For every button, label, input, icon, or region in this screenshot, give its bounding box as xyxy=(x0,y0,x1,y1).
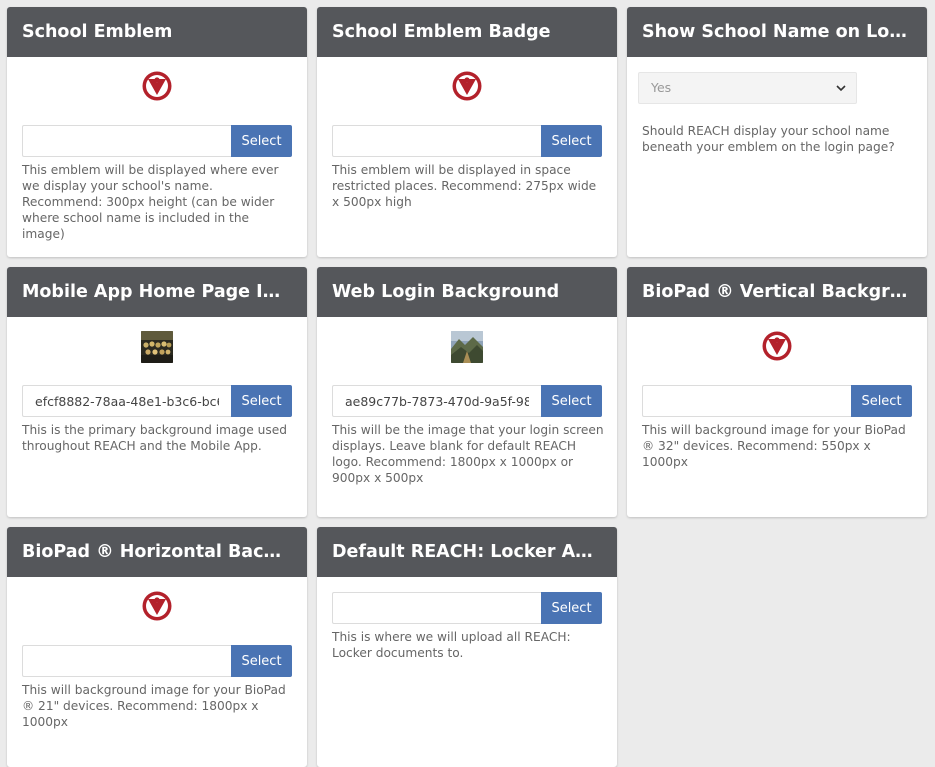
select-button[interactable]: Select xyxy=(541,592,602,624)
file-picker: Select xyxy=(332,125,602,157)
file-picker: Select xyxy=(332,385,602,417)
card-title: Default REACH: Locker Assets ... xyxy=(317,527,617,577)
file-picker: Select xyxy=(22,645,292,677)
card-school-emblem-badge: School Emblem Badge Select This emblem w… xyxy=(317,7,617,257)
thumbnail-image xyxy=(141,331,173,363)
card-show-school-name: Show School Name on Login Yes Should REA… xyxy=(627,7,927,257)
help-text: This emblem will be displayed where ever… xyxy=(22,163,279,241)
school-emblem-icon xyxy=(452,71,482,101)
file-path-input[interactable] xyxy=(332,125,541,157)
help-text: This emblem will be displayed in space r… xyxy=(332,163,597,209)
card-title: Show School Name on Login xyxy=(627,7,927,57)
image-preview xyxy=(317,331,617,365)
file-path-input[interactable] xyxy=(642,385,851,417)
card-title: Mobile App Home Page Image xyxy=(7,267,307,317)
school-emblem-icon xyxy=(142,591,172,621)
file-picker: Select xyxy=(642,385,912,417)
select-button[interactable]: Select xyxy=(541,125,602,157)
card-title: BioPad ® Vertical Background xyxy=(627,267,927,317)
emblem-preview xyxy=(7,71,307,105)
file-path-input[interactable] xyxy=(22,125,231,157)
emblem-preview xyxy=(7,591,307,625)
file-picker: Select xyxy=(22,125,292,157)
card-mobile-app-image: Mobile App Home Page Image Select This i… xyxy=(7,267,307,517)
thumbnail-image xyxy=(451,331,483,363)
select-button[interactable]: Select xyxy=(851,385,912,417)
file-picker: Select xyxy=(332,592,602,624)
help-text: Should REACH display your school name be… xyxy=(642,124,895,154)
help-text: This is where we will upload all REACH: … xyxy=(332,630,571,660)
school-emblem-icon xyxy=(142,71,172,101)
card-web-login-background: Web Login Background Select This will be… xyxy=(317,267,617,517)
card-title: School Emblem xyxy=(7,7,307,57)
help-text: This is the primary background image use… xyxy=(22,423,287,453)
select-button[interactable]: Select xyxy=(231,645,292,677)
card-school-emblem: School Emblem Select This emblem will be… xyxy=(7,7,307,257)
help-text: This will background image for your BioP… xyxy=(22,683,286,729)
file-picker: Select xyxy=(22,385,292,417)
card-title: Web Login Background xyxy=(317,267,617,317)
help-text: This will background image for your BioP… xyxy=(642,423,906,469)
show-name-select[interactable]: Yes xyxy=(638,72,857,104)
file-path-input[interactable] xyxy=(332,385,541,417)
file-path-input[interactable] xyxy=(22,385,231,417)
school-emblem-icon xyxy=(762,331,792,361)
select-button[interactable]: Select xyxy=(541,385,602,417)
card-locker-assets: Default REACH: Locker Assets ... Select … xyxy=(317,527,617,767)
card-biopad-horizontal: BioPad ® Horizontal Background Select Th… xyxy=(7,527,307,767)
file-path-input[interactable] xyxy=(332,592,541,624)
select-value: Yes xyxy=(651,80,672,95)
select-button[interactable]: Select xyxy=(231,125,292,157)
emblem-preview xyxy=(317,71,617,105)
image-preview xyxy=(7,331,307,365)
card-title: BioPad ® Horizontal Background xyxy=(7,527,307,577)
card-title: School Emblem Badge xyxy=(317,7,617,57)
chevron-down-icon xyxy=(836,85,846,92)
file-path-input[interactable] xyxy=(22,645,231,677)
help-text: This will be the image that your login s… xyxy=(332,423,604,485)
card-biopad-vertical: BioPad ® Vertical Background Select This… xyxy=(627,267,927,517)
emblem-preview xyxy=(627,331,927,365)
select-button[interactable]: Select xyxy=(231,385,292,417)
